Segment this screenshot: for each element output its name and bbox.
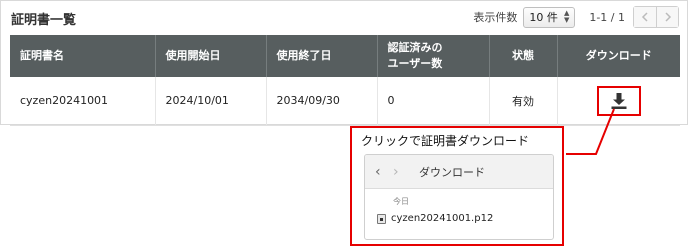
- download-icon: [611, 92, 627, 109]
- downloads-title: ダウンロード: [419, 165, 485, 179]
- back-arrow-icon[interactable]: ‹: [375, 165, 393, 179]
- downloads-section-label: 今日: [393, 197, 409, 206]
- col-header-auth-users-line2: ユーザー数: [387, 57, 443, 70]
- page-nav: [633, 6, 679, 28]
- per-page-select[interactable]: 10 件 ▲ ▼: [523, 6, 576, 28]
- file-icon: [377, 213, 386, 224]
- per-page-label: 表示件数: [473, 11, 518, 24]
- cell-end-date: 2034/09/30: [266, 77, 378, 126]
- page-range: 1-1 / 1: [589, 10, 625, 24]
- downloads-toolbar: ‹ › ダウンロード: [365, 155, 553, 189]
- pagination-bar: 表示件数 10 件 ▲ ▼ 1-1 / 1: [473, 6, 679, 28]
- col-header-download: ダウンロード: [557, 35, 680, 77]
- status-badge: 有効: [489, 77, 558, 126]
- download-callout: クリックで証明書ダウンロード ‹ › ダウンロード 今日 cyzen202410…: [350, 126, 564, 246]
- cell-auth-users: 0: [377, 77, 490, 126]
- per-page-value: 10 件: [529, 11, 558, 24]
- col-header-status[interactable]: 状態: [489, 35, 558, 77]
- cell-certificate-name: cyzen20241001: [10, 77, 156, 126]
- callout-title: クリックで証明書ダウンロード: [361, 134, 530, 148]
- prev-page-button[interactable]: [634, 7, 656, 27]
- select-arrows-icon: ▲ ▼: [563, 9, 570, 24]
- forward-arrow-icon[interactable]: ›: [393, 165, 411, 179]
- certificate-table: 証明書名 使用開始日 使用終了日 認証済みのユーザー数 状態 ダウンロード cy…: [10, 35, 680, 126]
- next-page-button[interactable]: [656, 7, 678, 27]
- col-header-end-date[interactable]: 使用終了日: [266, 35, 378, 77]
- downloaded-file-item[interactable]: cyzen20241001.p12: [365, 213, 553, 224]
- certificate-list-panel: 証明書一覧 表示件数 10 件 ▲ ▼ 1-1 / 1 証明書名 使用開始日 使用…: [0, 0, 688, 126]
- table-row[interactable]: cyzen20241001 2024/10/01 2034/09/30 0 有効: [10, 77, 680, 126]
- col-header-auth-users[interactable]: 認証済みのユーザー数: [377, 35, 490, 77]
- col-header-auth-users-line1: 認証済みの: [387, 41, 443, 55]
- download-button[interactable]: [596, 85, 641, 116]
- browser-downloads-panel: ‹ › ダウンロード 今日 cyzen20241001.p12: [364, 154, 554, 240]
- page-title: 証明書一覧: [11, 13, 77, 28]
- downloaded-file-name: cyzen20241001.p12: [391, 213, 494, 224]
- col-header-start-date[interactable]: 使用開始日: [155, 35, 267, 77]
- chevron-right-icon: [664, 12, 671, 22]
- cell-start-date: 2024/10/01: [155, 77, 267, 126]
- chevron-left-icon: [641, 12, 648, 22]
- col-header-name[interactable]: 証明書名: [10, 35, 156, 77]
- cell-download: [557, 77, 680, 126]
- table-header-row: 証明書名 使用開始日 使用終了日 認証済みのユーザー数 状態 ダウンロード: [10, 35, 680, 77]
